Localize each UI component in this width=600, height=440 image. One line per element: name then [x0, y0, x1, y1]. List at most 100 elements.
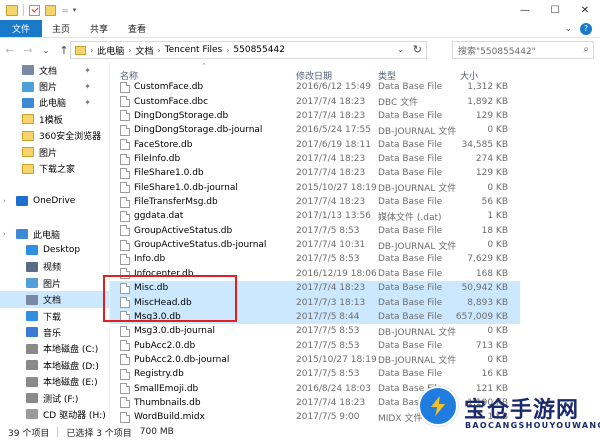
file-icon — [120, 124, 130, 136]
file-row[interactable]: Info.db 2017/7/5 8:53 Data Base File 7,629 … — [110, 252, 520, 267]
maximize-button[interactable]: ☐ — [540, 0, 570, 20]
customize-quick-access-label[interactable]: = — [62, 6, 69, 15]
file-icon — [120, 297, 130, 308]
file-row[interactable]: CustomFace.dbc 2017/7/4 18:23 DBC 文件 1,892 … — [110, 94, 520, 109]
file-row[interactable]: PubAcc2.0.db 2017/7/5 8:53 Data Base File 7… — [110, 338, 520, 353]
watermark-logo-icon — [418, 386, 458, 426]
minimize-button[interactable]: — — [510, 0, 540, 20]
search-input[interactable]: 搜索"550855442" ⌕ — [452, 41, 594, 59]
nav-item[interactable]: Desktop — [0, 242, 109, 258]
breadcrumb-item[interactable]: 550855442 — [233, 45, 285, 55]
file-row[interactable]: Msg3.0.db-journal 2017/7/5 8:53 DB-JOURNAL… — [110, 324, 520, 339]
nav-item[interactable]: 视频 — [0, 259, 109, 275]
tab-view[interactable]: 查看 — [118, 20, 156, 37]
nav-item[interactable]: 文档 — [0, 291, 109, 308]
chevron-down-icon[interactable]: ⌄ — [397, 45, 404, 54]
address-bar[interactable]: › 此电脑 › 文档 › Tencent Files › 550855442 ⌄… — [70, 41, 427, 59]
nav-item[interactable]: 音乐 — [0, 324, 109, 340]
breadcrumb-item[interactable]: 文档 — [135, 44, 153, 57]
refresh-icon[interactable]: ↻ — [413, 43, 422, 56]
nav-item-label: 本地磁盘 (C:) — [43, 345, 99, 356]
nav-item[interactable]: 下载 — [0, 308, 109, 324]
nav-item[interactable]: 360安全浏览器 — [0, 128, 109, 144]
forward-button[interactable]: → — [20, 42, 36, 58]
nav-item[interactable]: › OneDrive — [0, 193, 109, 209]
nav-item[interactable]: 本地磁盘 (E:) — [0, 373, 109, 389]
nav-item[interactable]: 1模板 — [0, 111, 109, 127]
expand-chevron-icon[interactable]: › — [3, 230, 6, 238]
file-row[interactable]: Misc.db 2017/7/4 18:23 Data Base File 50,94… — [110, 280, 520, 296]
chevron-right-icon[interactable]: › — [128, 46, 131, 55]
pin-icon[interactable]: ✦ — [84, 98, 91, 107]
properties-icon[interactable] — [29, 4, 40, 16]
file-row[interactable]: MiscHead.db 2017/7/3 18:13 Data Base File 8… — [110, 295, 520, 310]
nav-item[interactable]: 文档 ✦ — [0, 62, 109, 78]
file-row[interactable]: DingDongStorage.db 2017/7/4 18:23 Data Bas… — [110, 109, 520, 124]
nav-item[interactable]: 图片 — [0, 275, 109, 291]
file-name: Msg3.0.db — [134, 311, 181, 322]
file-name: CustomFace.db — [134, 82, 204, 93]
pin-icon[interactable]: ✦ — [84, 82, 91, 91]
chevron-right-icon[interactable]: › — [157, 46, 160, 55]
tab-file[interactable]: 文件 — [0, 20, 43, 37]
file-row[interactable]: FileShare1.0.db 2017/7/4 18:23 Data Base F… — [110, 166, 520, 181]
file-size: 8,893 KB — [467, 297, 508, 308]
nav-item[interactable]: 图片 — [0, 144, 109, 160]
file-row[interactable]: GroupActiveStatus.db 2017/7/5 8:53 Data Ba… — [110, 224, 520, 239]
file-name-cell: MiscHead.db — [120, 295, 192, 310]
close-button[interactable]: ✕ — [570, 0, 600, 20]
expand-ribbon-icon[interactable]: ⌄ — [564, 24, 572, 34]
file-row[interactable]: Thumbnails.db 2017/7/4 18:23 Data Base Fil… — [110, 396, 520, 411]
file-row[interactable]: CustomFace.db 2016/6/12 15:49 Data Base Fi… — [110, 80, 520, 95]
file-row[interactable]: SmallEmoji.db 2016/8/24 18:03 Data Base Fi… — [110, 381, 520, 396]
chevron-right-icon[interactable]: › — [226, 46, 229, 55]
file-row[interactable]: FileTransferMsg.db 2017/7/4 18:23 Data Bas… — [110, 195, 520, 210]
file-icon — [120, 196, 130, 208]
file-date: 2017/7/5 8:53 — [296, 340, 360, 351]
nav-item[interactable]: 本地磁盘 (C:) — [0, 341, 109, 357]
file-date: 2017/7/4 10:31 — [296, 240, 366, 251]
file-name-cell: GroupActiveStatus.db-journal — [120, 238, 266, 253]
nav-item[interactable]: › 此电脑 — [0, 226, 109, 242]
file-row[interactable]: DingDongStorage.db-journal 2016/5/24 17:5… — [110, 123, 520, 138]
file-row[interactable]: GroupActiveStatus.db-journal 2017/7/4 10:… — [110, 238, 520, 253]
nav-item[interactable]: 此电脑 ✦ — [0, 95, 109, 111]
file-row[interactable]: FileInfo.db 2017/7/4 18:23 Data Base File 2… — [110, 152, 520, 167]
file-row[interactable]: Infocenter.db 2016/12/19 18:06 Data Base F… — [110, 267, 520, 282]
tab-home[interactable]: 主页 — [42, 20, 80, 37]
pin-icon[interactable]: ✦ — [84, 66, 91, 75]
file-row[interactable]: FileShare1.0.db-journal 2015/10/27 18:19 D… — [110, 180, 520, 195]
item-count: 39 个项目 — [8, 428, 50, 439]
file-icon — [120, 210, 130, 222]
nav-item-label: 本地磁盘 (E:) — [43, 378, 98, 389]
nav-item[interactable]: 图片 ✦ — [0, 78, 109, 94]
new-folder-icon[interactable] — [45, 4, 56, 16]
file-icon — [120, 268, 130, 280]
nav-item[interactable]: 测试 (F:) — [0, 390, 109, 406]
tab-share[interactable]: 共享 — [80, 20, 118, 37]
file-date: 2017/7/5 8:53 — [296, 225, 360, 236]
documents-icon — [26, 294, 38, 305]
breadcrumb-item[interactable]: Tencent Files — [165, 45, 223, 55]
file-row[interactable]: ggdata.dat 2017/1/13 13:56 媒体文件 (.dat) 1 KB — [110, 209, 520, 224]
nav-item[interactable]: 本地磁盘 (D:) — [0, 357, 109, 373]
file-row[interactable]: Registry.db 2017/7/5 8:53 Data Base File 16… — [110, 367, 520, 382]
help-icon[interactable]: ? — [580, 22, 592, 35]
nav-item-label: 360安全浏览器 — [39, 132, 102, 143]
file-icon — [120, 340, 130, 352]
nav-item[interactable]: 下载之家 — [0, 160, 109, 176]
expand-chevron-icon[interactable]: › — [3, 197, 6, 205]
file-row[interactable]: Msg3.0.db 2017/7/5 8:44 Data Base File 657,… — [110, 309, 520, 325]
breadcrumb-item[interactable]: 此电脑 — [97, 44, 124, 57]
back-button[interactable]: ← — [2, 42, 18, 58]
chevron-down-icon[interactable]: ▾ — [73, 6, 77, 14]
file-row[interactable]: WordBuild.midx 2017/7/5 9:00 MIDX 文件 1 KB — [110, 410, 520, 424]
file-row[interactable]: PubAcc2.0.db-journal 2015/10/27 18:19 DB-J… — [110, 353, 520, 368]
nav-item[interactable]: CD 驱动器 (H:) — [0, 406, 109, 422]
file-row[interactable]: FaceStore.db 2017/6/19 18:11 Data Base Fil… — [110, 137, 520, 152]
chevron-right-icon[interactable]: › — [90, 46, 93, 55]
computer-icon — [16, 229, 28, 240]
recent-locations-button[interactable]: ⌄ — [38, 42, 54, 58]
file-type: Data Base File — [378, 197, 443, 208]
